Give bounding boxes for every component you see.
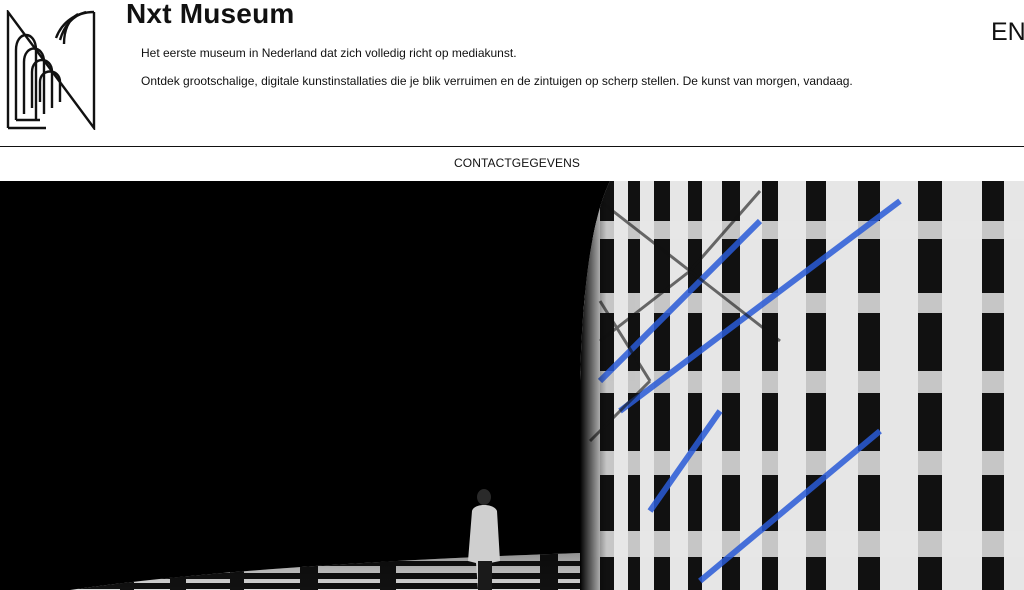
- projection-wall: [580, 181, 1024, 590]
- page: Nxt Museum Het eerste museum in Nederlan…: [0, 0, 1024, 590]
- nxt-logo-icon[interactable]: [6, 8, 98, 132]
- intro-line-2: Ontdek grootschalige, digitale kunstinst…: [141, 74, 853, 88]
- hero-artwork: [0, 181, 1024, 590]
- site-header: Nxt Museum Het eerste museum in Nederlan…: [0, 0, 1024, 146]
- nav-contact-link[interactable]: CONTACTGEGEVENS: [454, 156, 580, 170]
- hero-image: [0, 181, 1024, 590]
- language-toggle[interactable]: EN: [991, 18, 1024, 47]
- intro-line-1: Het eerste museum in Nederland dat zich …: [141, 46, 517, 60]
- main-nav: CONTACTGEGEVENS: [0, 147, 1024, 181]
- site-title: Nxt Museum: [126, 0, 295, 29]
- intro-text: Het eerste museum in Nederland dat zich …: [141, 46, 941, 102]
